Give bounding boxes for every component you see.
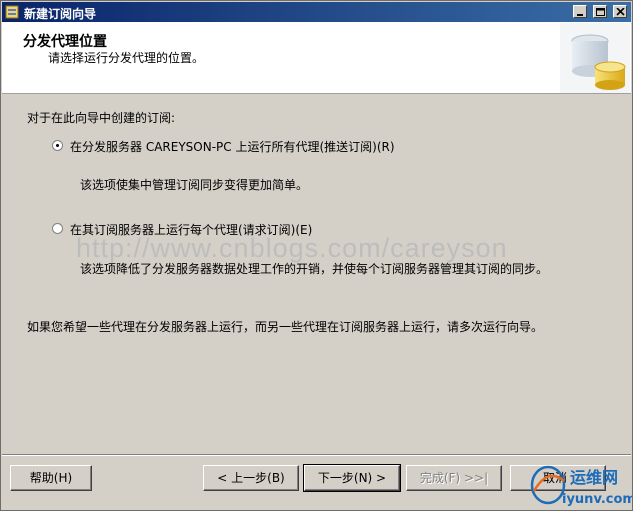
option-push-description: 该选项使集中管理订阅同步变得更加简单。 [80,178,309,192]
next-button[interactable]: 下一步(N) > [303,464,401,492]
radio-push-subscription[interactable] [52,140,63,151]
maximize-button[interactable] [592,5,607,18]
window-title: 新建订阅向导 [24,7,97,21]
page-title: 分发代理位置 [23,34,107,50]
radio-pull-subscription[interactable] [52,223,63,234]
minimize-button[interactable] [572,5,587,18]
database-graphic-icon [560,23,630,93]
help-button[interactable]: 帮助(H) [10,465,92,491]
svg-text:iyunv.com: iyunv.com [562,492,632,507]
minimize-icon [576,14,583,16]
title-bar[interactable]: 新建订阅向导 [2,2,631,22]
finish-button[interactable]: 完成(F) >>| [406,465,502,491]
question-label: 对于在此向导中创建的订阅: [27,111,176,125]
maximize-icon [595,8,605,16]
option-pull-description: 该选项降低了分发服务器数据处理工作的开销，并使每个订阅服务器管理其订阅的同步。 [80,262,549,276]
footer-divider [2,454,631,456]
svg-text:运维网: 运维网 [570,468,618,487]
option-pull-label[interactable]: 在其订阅服务器上运行每个代理(请求订阅)(E) [70,221,312,238]
app-icon [5,5,19,19]
iyunv-logo-icon: 运维网 iyunv.com [530,465,632,507]
multi-run-note: 如果您希望一些代理在分发服务器上运行，而另一些代理在订阅服务器上运行，请多次运行… [27,320,544,334]
close-icon [616,8,625,16]
wizard-content: 对于在此向导中创建的订阅: 在分发服务器 CAREYSON-PC 上运行所有代理… [2,94,631,454]
page-subtitle: 请选择运行分发代理的位置。 [48,51,205,65]
wizard-window: 新建订阅向导 分发代理位置 请选择运行分发代理的位置。 对于在此向导中创建的订阅… [0,0,633,511]
close-button[interactable] [613,5,627,18]
back-button[interactable]: < 上一步(B) [203,465,299,491]
option-push-label[interactable]: 在分发服务器 CAREYSON-PC 上运行所有代理(推送订阅)(R) [70,138,395,155]
wizard-header: 分发代理位置 请选择运行分发代理的位置。 [2,22,631,94]
title-controls [571,5,627,19]
